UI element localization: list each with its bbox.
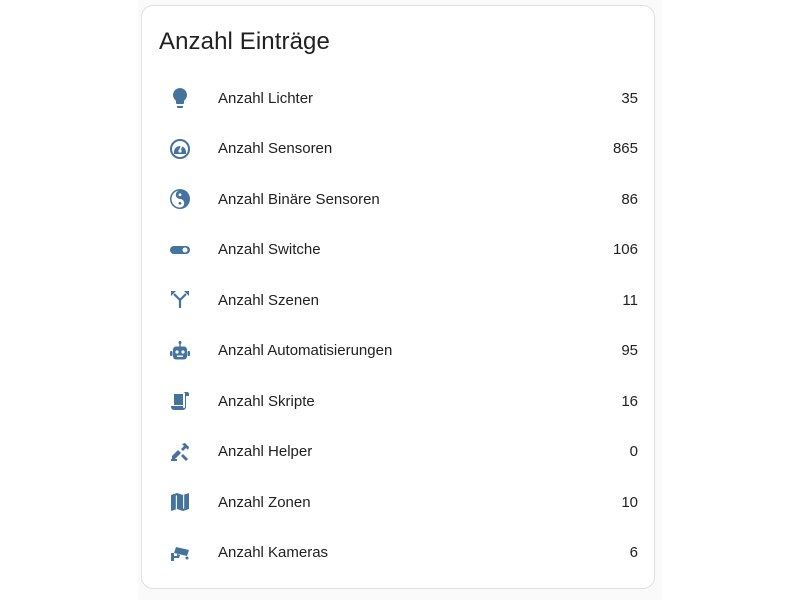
row-label: Anzahl Szenen [218,291,319,309]
row-value: 35 [621,89,638,107]
row-label: Anzahl Switche [218,241,321,259]
row-switches[interactable]: Anzahl Switche 106 [142,225,654,276]
row-value: 86 [621,190,638,208]
map-icon [168,490,192,514]
entity-count-card: Anzahl Einträge Anzahl Lichter 35 Anzahl… [141,5,655,589]
row-value: 0 [629,443,638,461]
row-value: 16 [621,392,638,410]
entity-list: Anzahl Lichter 35 Anzahl Sensoren 865 An… [142,73,654,578]
row-cameras[interactable]: Anzahl Kameras 6 [142,528,654,579]
source-fork-icon [168,288,192,312]
row-label: Anzahl Automatisierungen [218,342,393,360]
row-binary-sensors[interactable]: Anzahl Binäre Sensoren 86 [142,174,654,225]
toggle-switch-icon [168,238,192,262]
row-label: Anzahl Kameras [218,544,329,562]
row-sensors[interactable]: Anzahl Sensoren 865 [142,124,654,175]
row-label: Anzahl Sensoren [218,140,333,158]
cctv-icon [168,541,192,565]
row-value: 10 [621,493,638,511]
script-icon [168,389,192,413]
row-label: Anzahl Helper [218,443,313,461]
yin-yang-icon [168,187,192,211]
row-label: Anzahl Binäre Sensoren [218,190,380,208]
row-value: 106 [612,241,638,259]
robot-icon [168,339,192,363]
row-value: 865 [612,140,638,158]
row-value: 95 [621,342,638,360]
row-scripts[interactable]: Anzahl Skripte 16 [142,376,654,427]
row-value: 6 [629,544,638,562]
row-scenes[interactable]: Anzahl Szenen 11 [142,275,654,326]
row-label: Anzahl Zonen [218,493,311,511]
row-label: Anzahl Lichter [218,89,314,107]
row-value: 11 [622,291,638,309]
gauge-icon [168,137,192,161]
lightbulb-icon [168,86,192,110]
tools-icon [168,440,192,464]
row-helpers[interactable]: Anzahl Helper 0 [142,427,654,478]
row-label: Anzahl Skripte [218,392,315,410]
card-title: Anzahl Einträge [159,28,330,55]
row-lights[interactable]: Anzahl Lichter 35 [142,73,654,124]
row-zones[interactable]: Anzahl Zonen 10 [142,477,654,528]
row-automations[interactable]: Anzahl Automatisierungen 95 [142,326,654,377]
